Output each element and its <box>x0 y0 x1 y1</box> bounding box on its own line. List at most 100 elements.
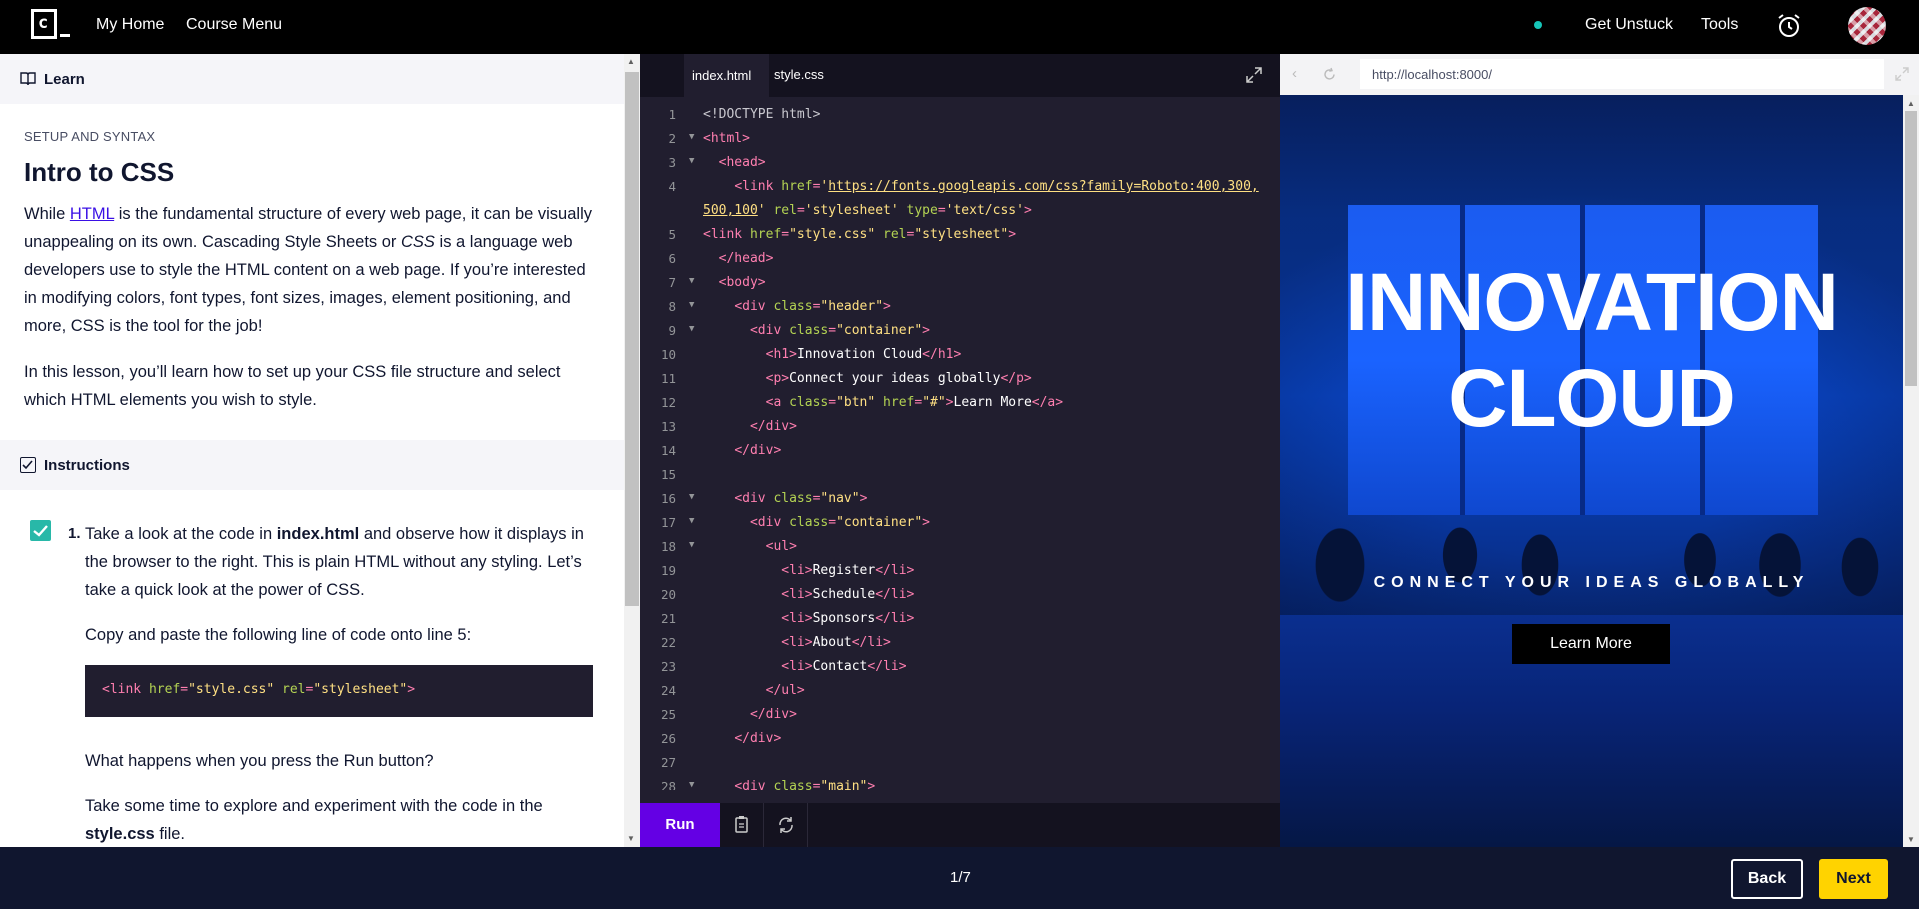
line-number: 11 <box>660 371 676 386</box>
learn-header: Learn <box>0 54 624 104</box>
learn-scrollbar[interactable]: ▲ ▼ <box>624 54 640 847</box>
fold-toggle-icon[interactable]: ▼ <box>689 492 694 502</box>
line-number: 21 <box>660 611 676 626</box>
back-button[interactable]: Back <box>1731 859 1803 899</box>
line-number: 12 <box>660 395 676 410</box>
hero-section: INNOVATION CLOUD CONNECT YOUR IDEAS GLOB… <box>1280 95 1903 847</box>
fold-toggle-icon[interactable]: ▼ <box>689 780 694 790</box>
task-copy-instruction: Copy and paste the following line of cod… <box>85 626 472 644</box>
line-number: 2 <box>668 131 676 146</box>
task-number: 1. <box>68 525 81 542</box>
code-line[interactable]: 13 </div> <box>640 416 1280 440</box>
tab-style-css[interactable]: style.css <box>774 67 824 82</box>
fold-toggle-icon[interactable]: ▼ <box>689 516 694 526</box>
browser-scrollbar[interactable]: ▲ ▼ <box>1903 95 1919 847</box>
line-number: 10 <box>660 347 676 362</box>
code-text: <div class="container"> <box>749 323 930 338</box>
code-line[interactable]: 4 <link href='https://fonts.googleapis.c… <box>640 176 1280 200</box>
code-line[interactable]: 19 <li>Register</li> <box>640 560 1280 584</box>
status-dot <box>1534 21 1542 29</box>
code-line[interactable]: 28 ▼ <div class="main"> <box>640 776 1280 790</box>
code-line[interactable]: 3 ▼ <head> <box>640 152 1280 176</box>
code-line[interactable]: 9 ▼ <div class="container"> <box>640 320 1280 344</box>
code-line[interactable]: 16 ▼ <div class="nav"> <box>640 488 1280 512</box>
code-line[interactable]: 8 ▼ <div class="header"> <box>640 296 1280 320</box>
code-line[interactable]: 5 <link href="style.css" rel="stylesheet"… <box>640 224 1280 248</box>
learn-more-button[interactable]: Learn More <box>1512 624 1670 664</box>
code-line[interactable]: 26 </div> <box>640 728 1280 752</box>
code-snippet[interactable]: <link href="style.css" rel="stylesheet"> <box>85 665 593 717</box>
fold-toggle-icon[interactable]: ▼ <box>689 324 694 334</box>
browser-expand-icon[interactable] <box>1894 66 1910 82</box>
instructions-label: Instructions <box>44 457 130 474</box>
code-line[interactable]: 21 <li>Sponsors</li> <box>640 608 1280 632</box>
code-line[interactable]: 15 <box>640 464 1280 488</box>
line-number: 20 <box>660 587 676 602</box>
fold-toggle-icon[interactable]: ▼ <box>689 132 694 142</box>
fold-toggle-icon[interactable]: ▼ <box>689 540 694 550</box>
code-line[interactable]: 24 </ul> <box>640 680 1280 704</box>
code-line[interactable]: 2 ▼ <html> <box>640 128 1280 152</box>
code-line[interactable]: 11 <p>Connect your ideas globally</p> <box>640 368 1280 392</box>
reset-icon[interactable] <box>764 803 808 847</box>
nav-tools[interactable]: Tools <box>1701 16 1738 34</box>
lesson-kicker: SETUP AND SYNTAX <box>24 129 156 144</box>
codecademy-logo-icon[interactable]: c <box>31 9 70 39</box>
line-number: 5 <box>668 227 676 242</box>
lesson-title: Intro to CSS <box>24 157 175 187</box>
code-line[interactable]: 6 </head> <box>640 248 1280 272</box>
code-text: </div> <box>734 443 782 458</box>
next-button[interactable]: Next <box>1819 859 1888 899</box>
code-text: 500,100' rel='stylesheet' type='text/css… <box>703 203 1032 218</box>
refresh-icon[interactable] <box>1322 67 1337 82</box>
code-line[interactable]: 12 <a class="btn" href="#">Learn More</a… <box>640 392 1280 416</box>
back-arrow-icon[interactable]: ‹ <box>1292 65 1297 82</box>
fold-toggle-icon[interactable]: ▼ <box>689 300 694 310</box>
code-text: <html> <box>703 131 750 146</box>
browser-preview: ‹ http://localhost:8000/ INNOVATION CLOU… <box>1280 54 1919 847</box>
code-line[interactable]: 500,100' rel='stylesheet' type='text/css… <box>640 200 1280 224</box>
line-number: 17 <box>660 515 676 530</box>
nav-get-unstuck[interactable]: Get Unstuck <box>1585 16 1673 34</box>
fold-toggle-icon[interactable]: ▼ <box>689 156 694 166</box>
lesson-progress: 1/7 <box>950 869 971 886</box>
code-line[interactable]: 20 <li>Schedule</li> <box>640 584 1280 608</box>
task-description: Take a look at the code in index.html an… <box>85 525 584 599</box>
code-text: </div> <box>749 419 797 434</box>
fold-toggle-icon[interactable]: ▼ <box>689 276 694 286</box>
tab-index-html[interactable]: index.html <box>684 54 769 97</box>
code-line[interactable]: 10 <h1>Innovation Cloud</h1> <box>640 344 1280 368</box>
code-text: <div class="header"> <box>734 299 891 314</box>
alarm-clock-icon[interactable] <box>1777 13 1801 39</box>
expand-icon[interactable] <box>1245 66 1263 84</box>
code-line[interactable]: 14 </div> <box>640 440 1280 464</box>
code-line[interactable]: 18 ▼ <ul> <box>640 536 1280 560</box>
code-text: <body> <box>718 275 766 290</box>
line-number: 4 <box>668 179 676 194</box>
html-link[interactable]: HTML <box>70 205 114 223</box>
code-line[interactable]: 7 ▼ <body> <box>640 272 1280 296</box>
line-number: 24 <box>660 683 676 698</box>
book-icon <box>20 72 36 86</box>
task-complete-checkbox[interactable] <box>30 520 51 541</box>
code-line[interactable]: 27 <box>640 752 1280 776</box>
line-number: 26 <box>660 731 676 746</box>
code-line[interactable]: 25 </div> <box>640 704 1280 728</box>
code-snippet-text: <link href="style.css" rel="stylesheet"> <box>102 682 416 697</box>
code-area[interactable]: 1 <!DOCTYPE html> 2 ▼ <html> 3 ▼ <head> 4 <link… <box>640 104 1280 790</box>
nav-my-home[interactable]: My Home <box>96 16 164 34</box>
code-line[interactable]: 1 <!DOCTYPE html> <box>640 104 1280 128</box>
nav-course-menu[interactable]: Course Menu <box>186 16 282 34</box>
line-number: 14 <box>660 443 676 458</box>
run-button[interactable]: Run <box>640 803 720 847</box>
avatar[interactable] <box>1848 7 1886 45</box>
code-line[interactable]: 23 <li>Contact</li> <box>640 656 1280 680</box>
copy-icon[interactable] <box>720 803 764 847</box>
line-number: 18 <box>660 539 676 554</box>
code-line[interactable]: 17 ▼ <div class="container"> <box>640 512 1280 536</box>
code-line[interactable]: 22 <li>About</li> <box>640 632 1280 656</box>
line-number: 15 <box>660 467 676 482</box>
line-number: 22 <box>660 635 676 650</box>
browser-url-bar: ‹ http://localhost:8000/ <box>1280 54 1919 95</box>
line-number: 19 <box>660 563 676 578</box>
